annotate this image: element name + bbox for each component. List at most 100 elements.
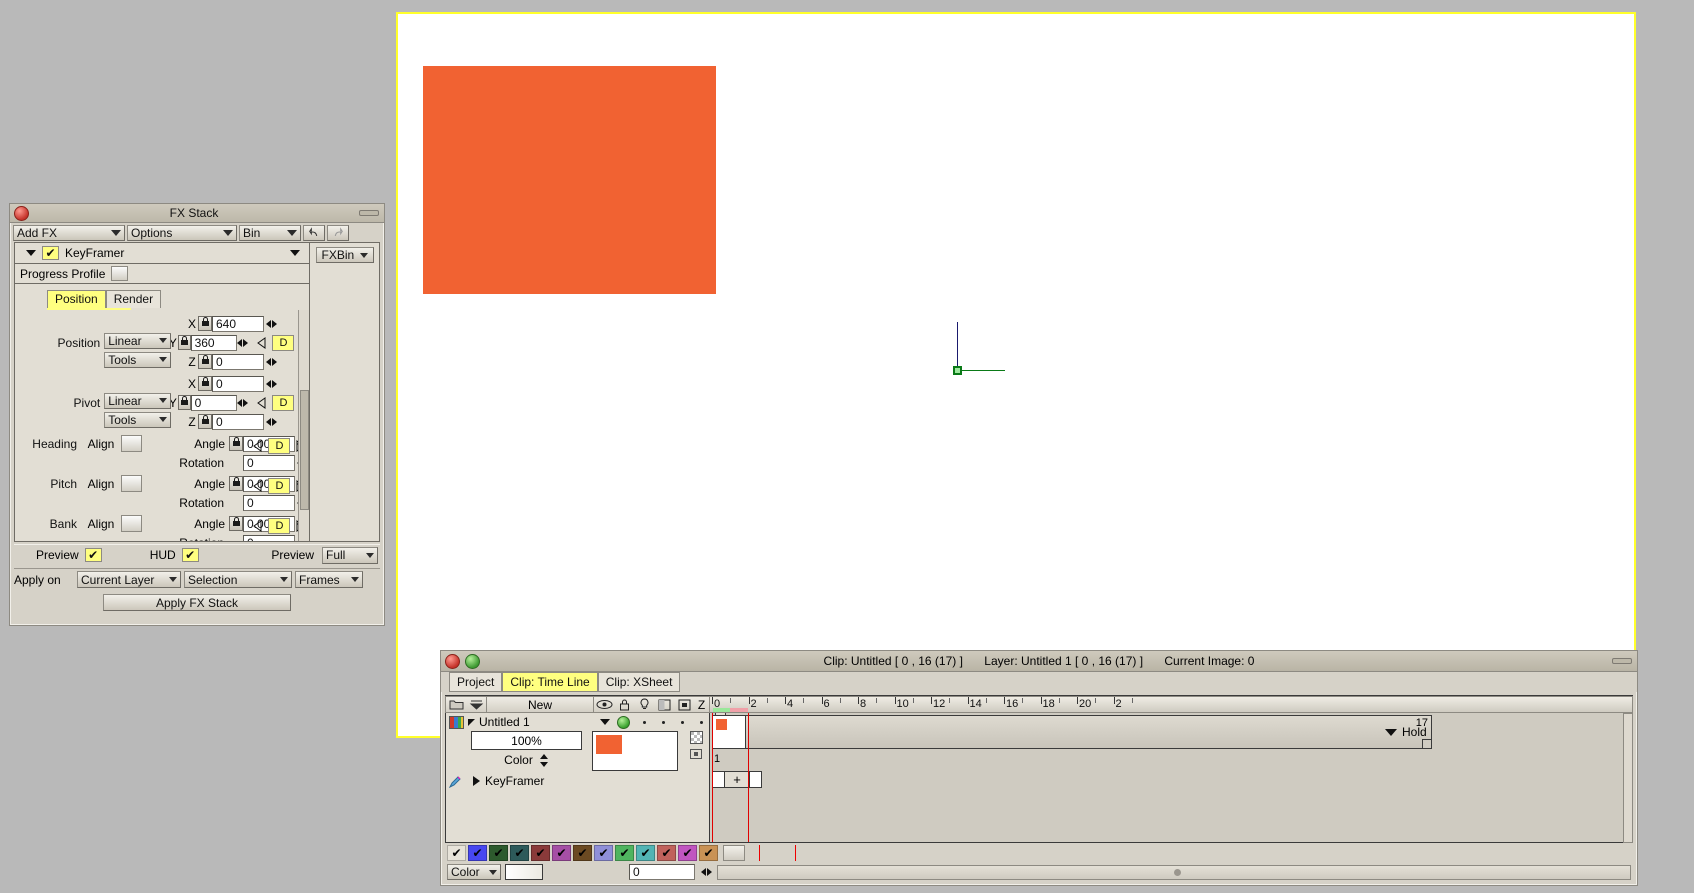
fxbin-dropdown[interactable]: FXBin (315, 247, 374, 263)
palette-color-2[interactable]: ✔ (489, 845, 508, 861)
position-tools-dropdown[interactable]: Tools (104, 351, 172, 368)
pivot-y-spinner[interactable] (237, 398, 249, 407)
position-x-spinner[interactable] (264, 319, 278, 328)
pivot-default-button[interactable]: D (272, 394, 295, 411)
tab-clip-timeline[interactable]: Clip: Time Line (502, 672, 598, 692)
keyframe-cell-right[interactable] (749, 771, 762, 788)
timeline-bottom-bar[interactable]: Color 0 (445, 863, 1633, 881)
position-x-field[interactable]: 640 (212, 315, 264, 332)
clip-resize-handle[interactable] (1422, 739, 1432, 749)
timeline-track-area[interactable]: 17 Hold 1 + (710, 713, 1633, 843)
bank-default-button[interactable]: D (268, 518, 290, 534)
layer-list[interactable]: Untitled 1 100% Color KeyFramer (445, 713, 710, 843)
lock-icon[interactable] (198, 414, 212, 429)
tab-position[interactable]: Position (47, 290, 106, 308)
fx-stack-window[interactable]: FX Stack Add FX Options Bin ✔ KeyFramer … (9, 203, 385, 626)
position-y-field[interactable]: 360 (190, 334, 237, 351)
color-mode-dropdown[interactable]: Color (447, 864, 501, 880)
layer-mask-dot[interactable] (681, 720, 684, 724)
parameter-rows[interactable]: X 640 Position Linear Tools Y 360 D Z 0 … (15, 310, 309, 541)
position-z-spinner[interactable] (264, 357, 278, 366)
timeline-body[interactable]: New Z Untitled 1 100% Color KeyFramer 0 … (445, 695, 1633, 881)
lock-icon[interactable] (178, 335, 191, 350)
palette-color-5[interactable]: ✔ (552, 845, 571, 861)
apply-fx-stack-button[interactable]: Apply FX Stack (103, 594, 291, 611)
effect-expand-icon[interactable] (473, 776, 480, 786)
layer-column[interactable]: New Z Untitled 1 100% Color KeyFramer (445, 696, 710, 843)
render-icon[interactable] (674, 699, 694, 711)
color-palette-strip[interactable]: ✔ ✔ ✔ ✔ ✔ ✔ ✔ ✔ ✔ ✔ ✔ ✔ ✔ (445, 843, 1633, 863)
param-row-heading-rotation[interactable]: Rotation 0 (15, 453, 309, 472)
redo-icon[interactable] (327, 224, 349, 241)
gizmo-origin-handle[interactable] (953, 366, 962, 375)
timeline-window[interactable]: Clip: Untitled [ 0 , 16 (17) ] Layer: Un… (440, 650, 1638, 886)
fx-bin-column[interactable]: FXBin (309, 243, 379, 541)
eye-icon[interactable] (594, 699, 614, 710)
heading-align-swatch[interactable] (121, 435, 142, 452)
pitch-rotation-field[interactable]: 0 (243, 494, 295, 511)
undo-icon[interactable] (303, 224, 325, 241)
pencil-icon[interactable] (448, 775, 462, 788)
palette-color-1[interactable]: ✔ (468, 845, 487, 861)
fx-apply-bar[interactable]: Apply on Current Layer Selection Frames (10, 569, 384, 590)
transform-gizmo[interactable] (953, 322, 1013, 382)
gizmo-x-axis[interactable] (957, 370, 1005, 371)
close-orb-icon[interactable] (14, 205, 29, 221)
param-row-position-y[interactable]: Position Linear Tools Y 360 D (15, 332, 309, 368)
current-color-swatch[interactable] (505, 864, 543, 880)
fx-parameter-panel[interactable]: ✔ KeyFramer Progress Profile Position Re… (14, 242, 380, 542)
pivot-y-field[interactable]: 0 (190, 394, 237, 411)
palette-color-12[interactable]: ✔ (699, 845, 718, 861)
pivot-x-field[interactable]: 0 (212, 375, 264, 392)
current-frame-field[interactable]: 0 (629, 864, 695, 880)
param-row-pivot-x[interactable]: X 0 (15, 374, 309, 393)
merge-down-icon[interactable] (466, 699, 486, 711)
add-keyframe-row[interactable]: + (712, 771, 762, 788)
expand-collapse-icon[interactable] (26, 250, 36, 256)
timeline-tabs[interactable]: Project Clip: Time Line Clip: XSheet (441, 672, 1637, 692)
fx-param-scrollbar[interactable] (298, 310, 309, 541)
layer-menu-icon[interactable] (600, 719, 610, 725)
blend-mode-selector[interactable]: Color (471, 753, 582, 767)
clip-bar[interactable]: 17 (732, 715, 1432, 749)
transparency-toggle-icon[interactable] (689, 731, 703, 744)
lock-icon[interactable] (178, 395, 191, 410)
bin-dropdown[interactable]: Bin (239, 224, 301, 241)
param-tabs[interactable]: Position Render (15, 284, 309, 308)
timeline-vertical-scrollbar[interactable] (1623, 713, 1633, 843)
position-z-field[interactable]: 0 (212, 353, 264, 370)
effect-enabled-checkbox[interactable]: ✔ (42, 246, 59, 260)
bank-align-swatch[interactable] (121, 515, 142, 532)
fx-stack-toolbar[interactable]: Add FX Options Bin (10, 223, 384, 242)
current-frame-spinner[interactable] (699, 868, 713, 876)
param-row-pivot-y[interactable]: Pivot Linear Tools Y 0 D (15, 392, 309, 428)
pivot-tools-dropdown[interactable]: Tools (104, 411, 172, 428)
heading-default-button[interactable]: D (268, 438, 290, 454)
param-row-position-x[interactable]: X 640 (15, 314, 309, 333)
param-row-pitch-rotation[interactable]: Rotation 0 (15, 493, 309, 512)
lock-icon[interactable] (229, 516, 243, 531)
lightbulb-icon[interactable] (634, 698, 654, 711)
layer-properties-row[interactable]: 100% Color (446, 729, 709, 771)
progress-profile-row[interactable]: Progress Profile (15, 264, 309, 284)
layer-opacity-field[interactable]: 100% (471, 731, 582, 750)
pivot-z-spinner[interactable] (264, 417, 278, 426)
new-layer-button[interactable]: New (486, 697, 594, 712)
palette-color-4[interactable]: ✔ (531, 845, 550, 861)
param-row-bank-rotation[interactable]: Rotation 0 (15, 533, 309, 541)
fx-stack-titlebar[interactable]: FX Stack (10, 204, 384, 223)
first-frame-cell[interactable] (712, 713, 746, 749)
position-interp-dropdown[interactable]: Linear (104, 332, 172, 349)
pivot-z-field[interactable]: 0 (212, 413, 264, 430)
tab-clip-xsheet[interactable]: Clip: XSheet (597, 672, 681, 692)
layer-collapse-icon[interactable] (468, 718, 475, 726)
timeline-titlebar[interactable]: Clip: Untitled [ 0 , 16 (17) ] Layer: Un… (441, 651, 1637, 672)
viewer-canvas-area[interactable] (396, 12, 1636, 738)
bank-rotation-field[interactable]: 0 (243, 534, 295, 541)
palette-color-7[interactable]: ✔ (594, 845, 613, 861)
progress-profile-swatch[interactable] (111, 266, 129, 281)
palette-timeline-strip[interactable] (751, 845, 1631, 861)
palette-color-6[interactable]: ✔ (573, 845, 592, 861)
tab-project[interactable]: Project (449, 672, 503, 692)
effect-menu-icon[interactable] (290, 250, 300, 256)
